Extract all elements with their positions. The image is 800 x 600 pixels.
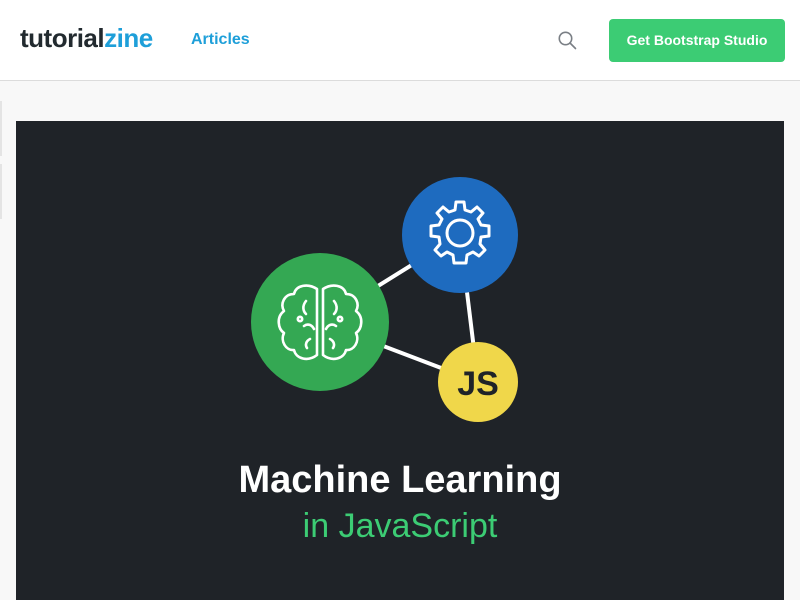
navbar: tutorialzine Articles Get Bootstrap Stud…: [0, 0, 800, 81]
logo-text-tutorial: tutorial: [20, 23, 105, 53]
hero-subtitle: in JavaScript: [302, 507, 498, 545]
brain-badge: [251, 253, 389, 391]
side-tab: [0, 101, 2, 156]
hero-title: Machine Learning: [238, 459, 562, 501]
js-icon: JS: [457, 365, 499, 403]
nav-link-articles[interactable]: Articles: [191, 30, 250, 50]
js-badge: JS: [438, 342, 518, 422]
search-icon[interactable]: [557, 30, 577, 50]
gear-badge: [402, 177, 518, 293]
site-logo[interactable]: tutorialzine: [20, 22, 153, 54]
logo-text-zine: zine: [104, 23, 153, 53]
side-tab: [0, 164, 2, 219]
get-bootstrap-studio-button[interactable]: Get Bootstrap Studio: [609, 19, 785, 62]
